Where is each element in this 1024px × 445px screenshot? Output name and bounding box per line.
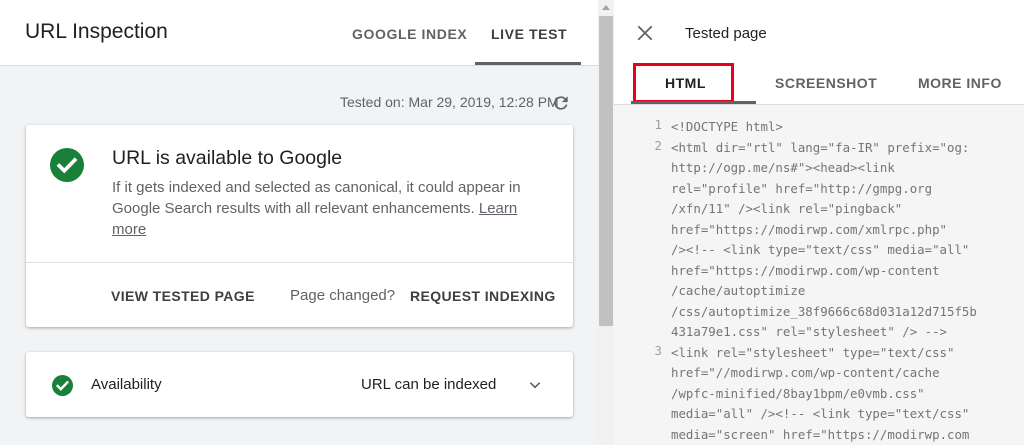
check-circle-icon [50, 148, 84, 182]
scrollbar-thumb[interactable] [599, 16, 613, 326]
status-description-text: If it gets indexed and selected as canon… [112, 179, 521, 217]
status-title: URL is available to Google [112, 147, 343, 169]
tab-screenshot[interactable]: SCREENSHOT [775, 75, 877, 91]
page-title: URL Inspection [25, 20, 168, 43]
line-number: 3 [654, 342, 662, 358]
html-source-viewer[interactable]: 1 <!DOCTYPE html> 2 <html dir="rtl" lang… [614, 105, 1024, 445]
chevron-down-icon[interactable] [527, 377, 543, 393]
line-number: 2 [654, 137, 662, 153]
tested-page-panel: Tested page HTML SCREENSHOT MORE INFO 1 … [614, 0, 1024, 445]
tab-live-test[interactable]: LIVE TEST [491, 26, 567, 42]
scroll-up-arrow[interactable] [602, 5, 610, 10]
inspection-header: URL Inspection GOOGLE INDEX LIVE TEST [0, 0, 598, 66]
check-circle-icon [52, 375, 73, 396]
panel-title: Tested page [685, 25, 767, 42]
left-panel: URL Inspection GOOGLE INDEX LIVE TEST Te… [0, 0, 598, 445]
left-panel-scrollbar[interactable] [598, 0, 614, 445]
availability-summary-card: URL is available to Google If it gets in… [26, 125, 573, 327]
availability-status: URL can be indexed [361, 376, 497, 393]
active-tab-indicator [475, 62, 581, 65]
close-icon[interactable] [636, 24, 654, 42]
status-description: If it gets indexed and selected as canon… [112, 177, 552, 240]
line-number: 1 [654, 117, 662, 132]
availability-row[interactable]: Availability URL can be indexed [26, 352, 573, 417]
code-text: <!DOCTYPE html> [671, 119, 783, 134]
page-changed-label: Page changed? [290, 287, 396, 304]
card-divider [26, 262, 573, 263]
tested-on-timestamp: Tested on: Mar 29, 2019, 12:28 PM [340, 94, 559, 110]
tab-more-info[interactable]: MORE INFO [918, 75, 1002, 91]
view-tested-page-button[interactable]: VIEW TESTED PAGE [111, 288, 255, 304]
refresh-icon[interactable] [551, 93, 571, 113]
availability-label: Availability [91, 376, 162, 393]
code-text: <html dir="rtl" lang="fa-IR" prefix="og:… [671, 139, 977, 340]
tab-google-index[interactable]: GOOGLE INDEX [352, 26, 467, 42]
request-indexing-button[interactable]: REQUEST INDEXING [410, 288, 556, 304]
code-text: <link rel="stylesheet" type="text/css" h… [671, 344, 970, 442]
html-tab-highlight-box [633, 63, 734, 103]
